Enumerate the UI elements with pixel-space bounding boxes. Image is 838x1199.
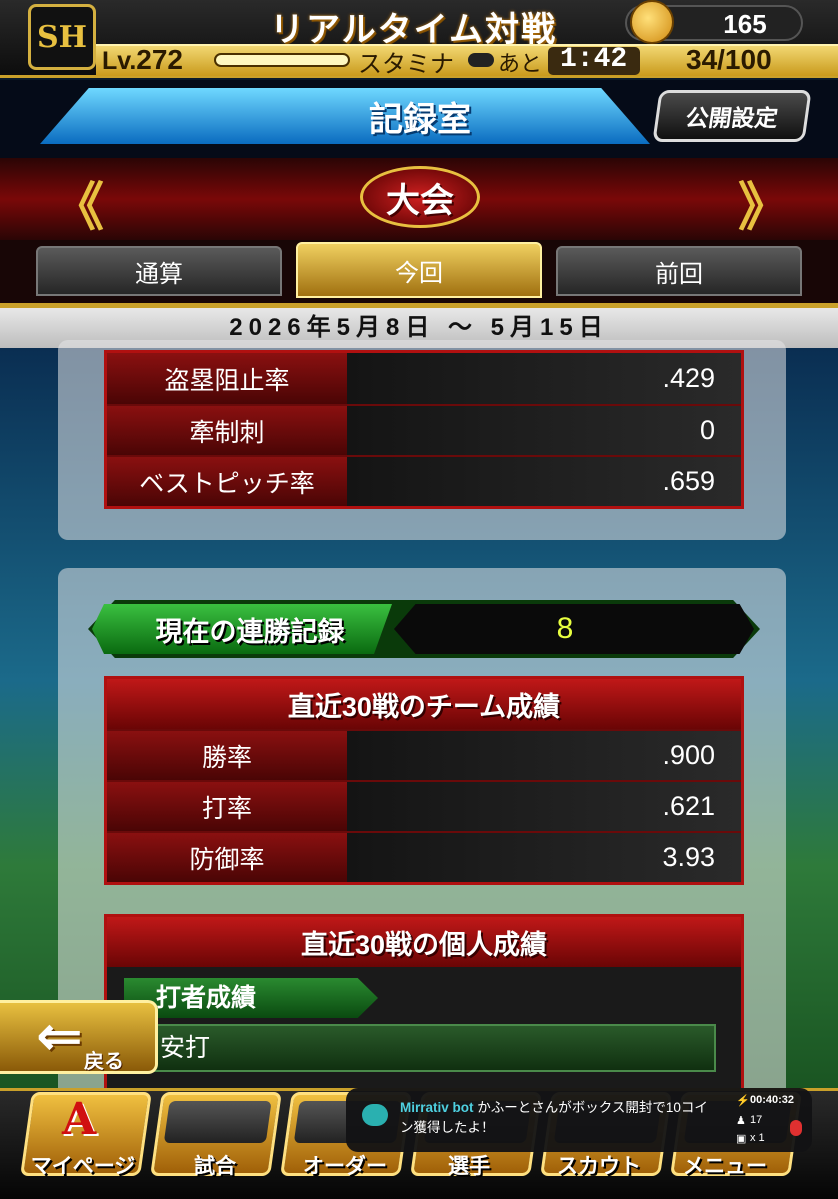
table-row: 盗塁阻止率 .429: [107, 353, 741, 404]
stamina-remaining-label: あと: [498, 51, 543, 76]
chat-bubble-icon: [362, 1104, 388, 1126]
chevron-right-icon[interactable]: 》: [738, 165, 790, 240]
level-label: Lv.272: [102, 44, 183, 76]
stat-value: .621: [347, 782, 741, 831]
nav-order-label: オーダー: [303, 1155, 387, 1178]
stat-label: 牽制刺: [107, 406, 347, 455]
nav-scout-label: スカウト: [557, 1155, 641, 1178]
stat-label: 打率: [107, 782, 347, 831]
stream-elapsed: 00:40:32: [750, 1094, 795, 1106]
viewer-icon: ♟: [736, 1115, 746, 1127]
coin-count: 165: [723, 9, 767, 39]
stamina-value: 34/100: [686, 44, 772, 75]
stat-value: .659: [347, 457, 741, 506]
page-title: 記録室: [369, 100, 471, 140]
notification-bot-name: Mirrativ bot: [400, 1100, 474, 1115]
table-row: 勝率 .900: [107, 729, 741, 780]
batter-stats-header: 打者成績: [124, 978, 378, 1018]
stat-label: ベストピッチ率: [107, 457, 347, 506]
stat-value: 0: [347, 406, 741, 455]
personal-record-title: 直近30戦の個人成績: [107, 917, 741, 967]
table-row: ベストピッチ率 .659: [107, 455, 741, 506]
public-settings-button[interactable]: 公開設定: [652, 90, 812, 142]
table-row: 牽制刺 0: [107, 404, 741, 455]
nav-menu-label: メニュー: [683, 1155, 767, 1178]
chevron-left-icon[interactable]: 《: [52, 165, 104, 240]
team-logo[interactable]: SH: [28, 4, 96, 70]
win-streak-label: 現在の連勝記録: [155, 617, 345, 647]
tab-current[interactable]: 今回: [296, 242, 542, 298]
nav-players-label: 選手: [448, 1155, 490, 1178]
nav-match-label: 試合: [194, 1155, 236, 1178]
microphone-icon[interactable]: [790, 1120, 802, 1136]
lightning-icon: ⚡: [736, 1095, 750, 1107]
table-row: 打率 .621: [107, 780, 741, 831]
stat-label: 勝率: [107, 731, 347, 780]
back-arrow-icon: ⇐: [36, 1004, 83, 1069]
stat-value: .900: [347, 731, 741, 780]
team-record-table: 直近30戦のチーム成績 勝率 .900 打率 .621 防御率 3.93: [104, 676, 744, 885]
tab-previous[interactable]: 前回: [556, 246, 802, 296]
stat-label: 盗塁阻止率: [107, 353, 347, 404]
notification-text: Mirrativ bot かふーとさんがボックス開封で10コイン獲得したよ！: [400, 1098, 720, 1138]
exp-progress-bar: [214, 53, 350, 67]
nav-mypage-label: マイページ: [30, 1155, 136, 1178]
pitching-stats-table: 盗塁阻止率 .429 牽制刺 0 ベストピッチ率 .659: [104, 350, 744, 509]
win-streak-value: 8: [556, 612, 574, 645]
team-record-title: 直近30戦のチーム成績: [107, 679, 741, 729]
stat-label: 防御率: [107, 833, 347, 882]
gift-icon: ▣: [736, 1133, 747, 1145]
viewer-count: 17: [750, 1114, 763, 1126]
tab-total[interactable]: 通算: [36, 246, 282, 296]
tournament-emblem: 大会: [360, 166, 480, 228]
table-row: 防御率 3.93: [107, 831, 741, 882]
level-value: 272: [136, 44, 183, 75]
stadium-icon: [163, 1101, 272, 1143]
hits-category: 安打: [150, 1024, 716, 1072]
stamina-label: スタミナ: [358, 51, 454, 78]
a-emblem-icon: A: [62, 1094, 97, 1145]
coin-icon: [630, 0, 674, 44]
stat-value: .429: [347, 353, 741, 404]
back-label: 戻る: [84, 1051, 124, 1073]
gift-count: x 1: [750, 1132, 765, 1144]
level-prefix: Lv.: [102, 47, 137, 75]
stamina-gauge: [468, 53, 494, 67]
stamina-timer: 1:42: [560, 44, 628, 75]
stat-value: 3.93: [347, 833, 741, 882]
